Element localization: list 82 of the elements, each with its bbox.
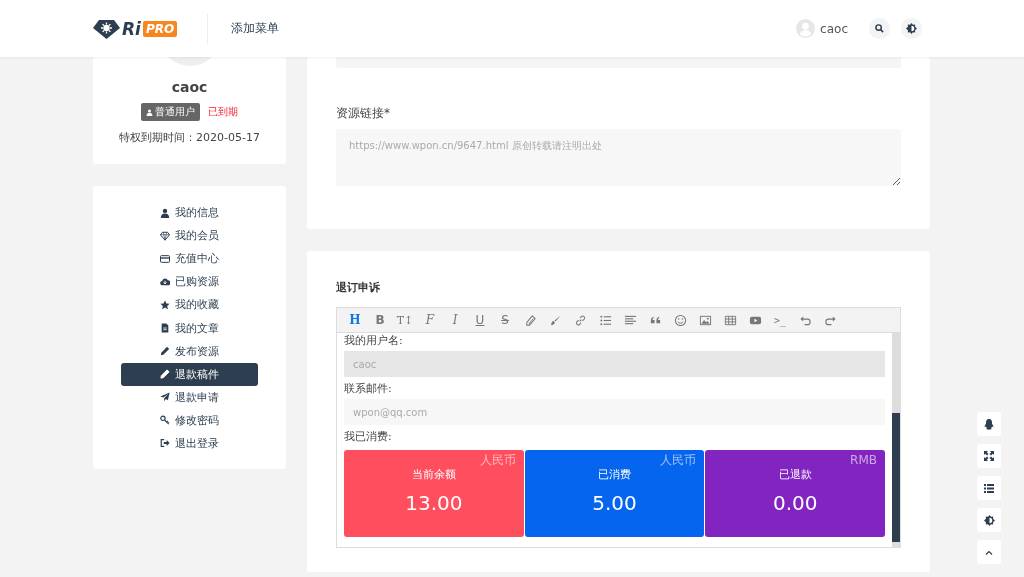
currency-label: 人民币	[479, 452, 516, 468]
username: caoc	[171, 79, 208, 95]
star-icon	[160, 299, 170, 310]
document-icon	[160, 323, 170, 333]
stat-label: 当前余额	[411, 467, 456, 482]
field-label: 我已消费:	[344, 429, 393, 444]
diamond-icon	[160, 230, 170, 241]
menu-item[interactable]: 我的信息	[121, 201, 258, 225]
toolbar-button[interactable]: B	[369, 310, 391, 330]
list-button[interactable]	[977, 476, 1001, 500]
scrollbar[interactable]	[892, 333, 900, 547]
stat-label: 已消费	[598, 467, 631, 482]
logo-text: Ri	[122, 18, 141, 39]
stat-value: 0.00	[772, 491, 818, 515]
toolbar-button[interactable]: >_	[769, 310, 791, 330]
theme-toggle[interactable]	[977, 508, 1001, 532]
field-label: 资源链接*	[336, 105, 391, 122]
theme-toggle[interactable]	[901, 18, 922, 39]
theme-icon	[906, 23, 917, 34]
penguin-icon	[984, 418, 994, 430]
menu-item[interactable]: 我的会员	[121, 224, 258, 248]
link-icon	[573, 313, 587, 327]
cloud-download-icon	[160, 276, 170, 287]
key-icon	[160, 415, 170, 426]
avatar-icon	[796, 19, 816, 38]
toolbar-button[interactable]: T↕	[394, 310, 416, 330]
field-label: 我的用户名:	[344, 333, 404, 348]
table-icon	[723, 313, 737, 327]
menu-item[interactable]: 修改密码	[121, 408, 258, 432]
search-button[interactable]	[869, 18, 890, 39]
qq-button[interactable]	[977, 412, 1001, 436]
toolbar-button[interactable]: I	[444, 310, 466, 330]
expiry-text: 特权到期时间：2020-05-17	[119, 130, 260, 145]
back-to-top-button[interactable]	[977, 540, 1001, 564]
image-icon	[698, 313, 712, 327]
currency-label: 人民币	[660, 452, 697, 468]
menu-item[interactable]: 已购资源	[121, 270, 258, 294]
list-icon	[984, 483, 994, 493]
eraser-icon	[523, 313, 537, 327]
list-icon	[598, 313, 612, 327]
status-text: 已到期	[208, 105, 238, 119]
menu-item[interactable]: 退出登录	[121, 431, 258, 456]
theme-icon	[983, 514, 995, 526]
fullscreen-button[interactable]	[977, 444, 1001, 468]
caret-up-icon	[985, 549, 993, 555]
user-menu[interactable]: caoc	[796, 19, 848, 38]
section-title: 退订申诉	[336, 280, 381, 295]
logo-icon	[93, 18, 120, 39]
menu-item[interactable]: 充值中心	[121, 247, 258, 271]
sign-out-icon	[160, 438, 170, 449]
toolbar-button[interactable]: U	[469, 310, 491, 330]
menu-item[interactable]: 退款申请	[121, 385, 258, 409]
text-field[interactable]: caoc	[344, 351, 885, 377]
expand-icon	[984, 451, 994, 461]
pencil-icon	[160, 369, 170, 380]
toolbar-button[interactable]: F	[419, 310, 441, 330]
toolbar-button[interactable]: S	[494, 310, 516, 330]
stat-value: 5.00	[592, 491, 637, 515]
credit-card-icon	[160, 253, 170, 264]
paper-plane-icon	[160, 392, 170, 403]
align-left-icon	[623, 313, 637, 327]
stat-label: 已退款	[778, 467, 812, 482]
toolbar-button[interactable]: H	[344, 310, 366, 330]
menu-item[interactable]: 退款稿件	[121, 362, 258, 386]
pencil-icon	[160, 346, 170, 357]
menu-item[interactable]: 我的文章	[121, 316, 258, 340]
text-field[interactable]: wpon@qq.com	[344, 399, 885, 425]
menu-item[interactable]: 发布资源	[121, 339, 258, 363]
smile-icon	[673, 313, 687, 327]
currency-label: RMB	[850, 452, 877, 468]
search-icon	[875, 24, 884, 33]
scroll-thumb[interactable]	[892, 413, 900, 542]
menu-item[interactable]: 我的收藏	[121, 293, 258, 317]
logo-badge: PRO	[142, 20, 178, 37]
role-badge: 普通用户	[141, 103, 200, 121]
user-icon	[146, 108, 153, 116]
nav-link[interactable]: 添加菜单	[231, 20, 280, 37]
paint-brush-icon	[548, 313, 562, 327]
resource-link-field[interactable]: https://www.wpon.cn/9647.html 原创转载请注明出处	[336, 129, 901, 186]
user-icon	[160, 207, 170, 218]
stat-value: 13.00	[405, 491, 463, 515]
field-label: 联系邮件:	[344, 381, 393, 396]
